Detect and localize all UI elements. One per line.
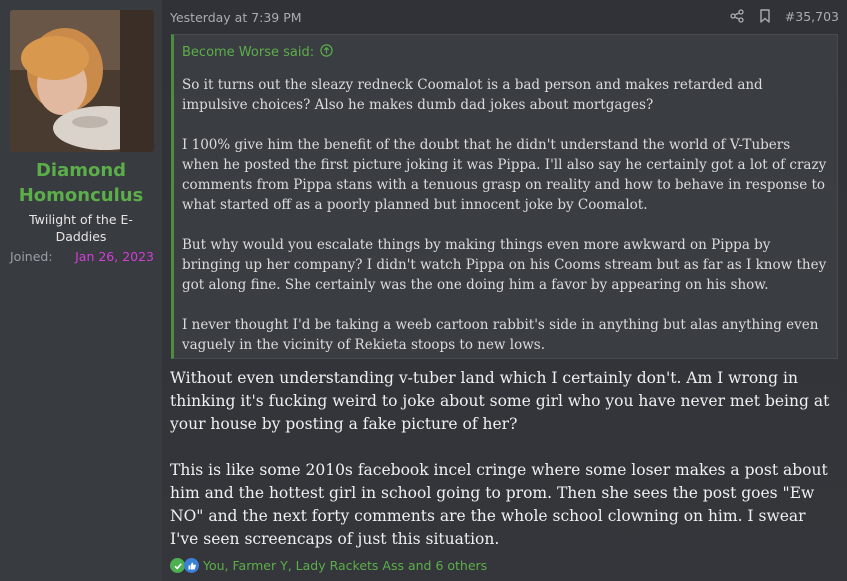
post-paragraph: Without even understanding v-tuber land … xyxy=(170,369,830,433)
user-title-line2: Daddies xyxy=(55,229,107,244)
like-reaction-icon xyxy=(184,558,199,573)
quote-author: Become Worse said: xyxy=(182,45,315,60)
check-reaction-icon xyxy=(170,558,185,573)
quote-paragraph: I 100% give him the benefit of the doubt… xyxy=(182,137,827,213)
username-line2: Homonculus xyxy=(18,185,144,206)
reactions-bar[interactable]: You, Farmer Y, Lady Rackets Ass and 6 ot… xyxy=(170,558,487,573)
post-body: Without even understanding v-tuber land … xyxy=(170,367,835,574)
arrow-up-circle-icon xyxy=(320,44,333,61)
post-number[interactable]: #35,703 xyxy=(785,9,839,24)
quote-paragraph: But why would you escalate things by mak… xyxy=(182,237,827,293)
joined-label: Joined: xyxy=(10,249,53,264)
username[interactable]: Diamond Homonculus xyxy=(0,158,162,208)
post-main: Yesterday at 7:39 PM #35,703 Become Wors… xyxy=(162,0,847,581)
quote-author-link[interactable]: Become Worse said: xyxy=(182,44,333,61)
post-timestamp[interactable]: Yesterday at 7:39 PM xyxy=(170,10,302,25)
user-title-line1: Twilight of the E- xyxy=(29,212,133,227)
quote-block: Become Worse said: So it turns out the s… xyxy=(171,34,838,359)
user-info-panel: Diamond Homonculus Twilight of the E- Da… xyxy=(0,0,162,581)
quote-body: So it turns out the sleazy redneck Cooma… xyxy=(182,75,827,375)
quote-paragraph: I never thought I'd be taking a weeb car… xyxy=(182,317,819,353)
username-line1: Diamond xyxy=(35,160,127,181)
post-actions: #35,703 xyxy=(729,8,839,24)
quote-paragraph: So it turns out the sleazy redneck Cooma… xyxy=(182,77,763,113)
bookmark-icon[interactable] xyxy=(757,8,773,24)
share-icon[interactable] xyxy=(729,8,745,24)
user-title: Twilight of the E- Daddies xyxy=(0,211,162,245)
post-paragraph: This is like some 2010s facebook incel c… xyxy=(170,461,828,548)
reactions-text[interactable]: You, Farmer Y, Lady Rackets Ass and 6 ot… xyxy=(203,558,487,573)
avatar[interactable] xyxy=(10,10,154,152)
joined-date: Jan 26, 2023 xyxy=(75,249,154,264)
